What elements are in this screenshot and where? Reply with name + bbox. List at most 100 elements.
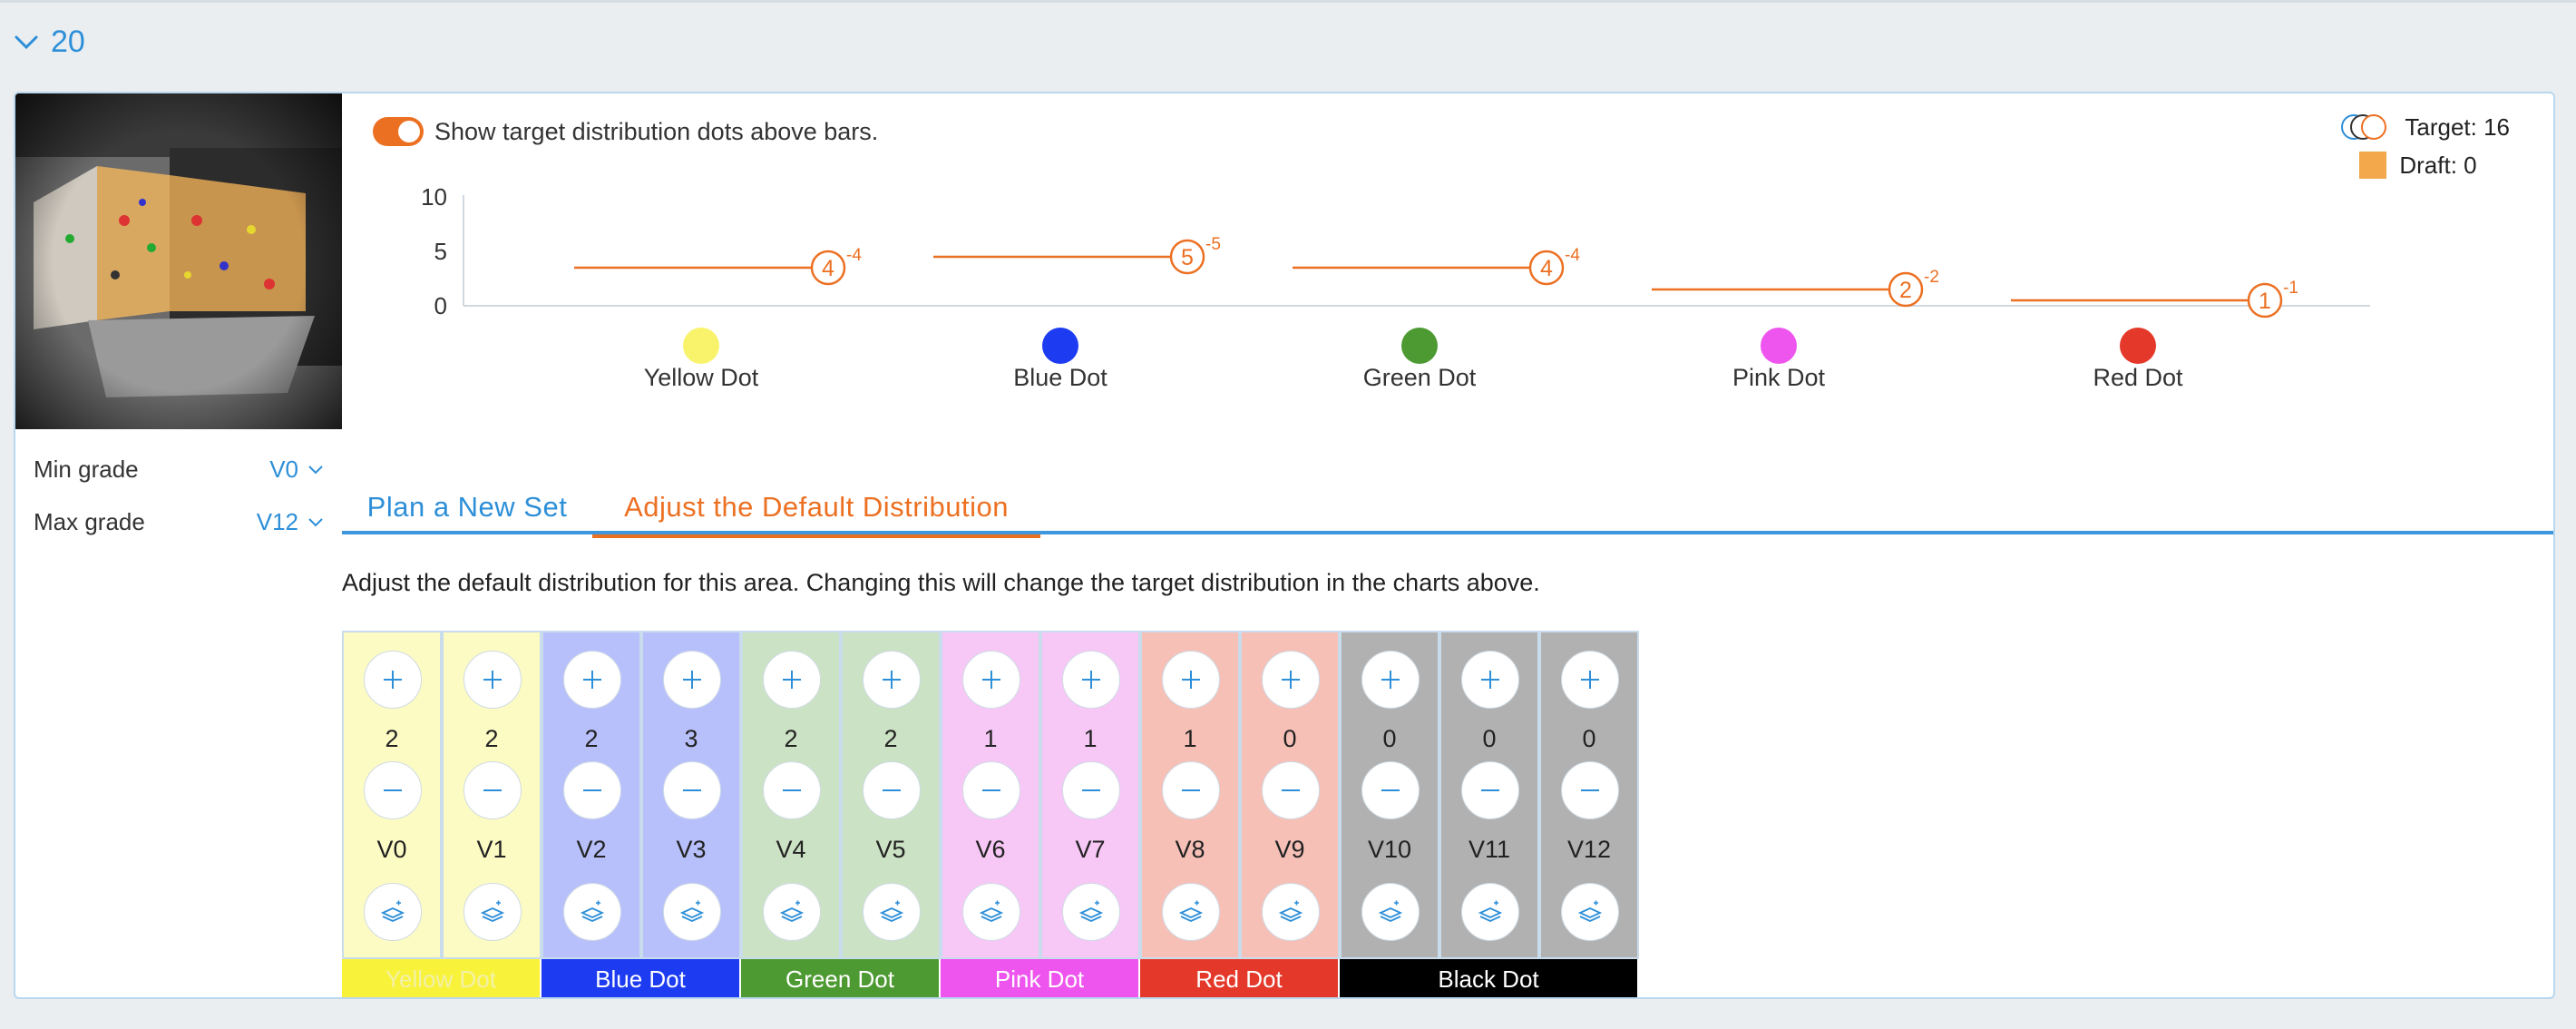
grade-count: 1 <box>1083 725 1098 752</box>
layers-button[interactable] <box>1062 883 1120 941</box>
grade-label: V5 <box>875 836 906 863</box>
decrement-button[interactable] <box>1561 761 1619 819</box>
layers-button[interactable] <box>1361 883 1420 941</box>
delta-label: -1 <box>2283 279 2298 298</box>
plus-icon <box>683 671 701 689</box>
color-band: Red Dot <box>1140 959 1340 997</box>
layers-button[interactable] <box>863 883 921 941</box>
grade-column-v4: 2 V4 <box>741 631 841 959</box>
grade-column-v8: 1 V8 <box>1140 631 1240 959</box>
increment-button[interactable] <box>1361 651 1420 709</box>
increment-button[interactable] <box>364 651 422 709</box>
grade-count: 1 <box>1183 725 1197 752</box>
layers-button[interactable] <box>1561 883 1619 941</box>
layers-button[interactable] <box>563 883 621 941</box>
layers-button[interactable] <box>763 883 821 941</box>
grade-column-v5: 2 V5 <box>841 631 941 959</box>
color-band: Yellow Dot <box>342 959 542 997</box>
grade-column-v2: 2 V2 <box>542 631 641 959</box>
layers-icon <box>779 900 805 922</box>
layers-button[interactable] <box>1262 883 1320 941</box>
plus-icon <box>1381 671 1400 689</box>
decrement-button[interactable] <box>1062 761 1120 819</box>
minus-icon <box>1282 789 1300 791</box>
max-grade-select[interactable]: V12 <box>257 508 324 536</box>
plus-icon <box>1282 671 1300 689</box>
increment-button[interactable] <box>962 651 1020 709</box>
layers-icon <box>380 900 405 922</box>
plus-icon <box>384 671 402 689</box>
decrement-button[interactable] <box>563 761 621 819</box>
increment-button[interactable] <box>863 651 921 709</box>
grade-column-v1: 2 V1 <box>442 631 542 959</box>
layers-button[interactable] <box>1162 883 1220 941</box>
target-value-label: 1 <box>2259 289 2271 314</box>
grade-label: V7 <box>1075 836 1106 863</box>
tab-adjust-distribution[interactable]: Adjust the Default Distribution <box>592 484 1040 538</box>
category-label: Blue Dot <box>1013 364 1107 391</box>
target-circles-icon <box>2341 114 2387 140</box>
legend-target-label: Target: 16 <box>2405 113 2510 141</box>
decrement-button[interactable] <box>1361 761 1420 819</box>
delta-label: -5 <box>1205 235 1221 254</box>
grade-label: V6 <box>975 836 1006 863</box>
decrement-button[interactable] <box>663 761 721 819</box>
decrement-button[interactable] <box>763 761 821 819</box>
category-label: Red Dot <box>2093 364 2183 391</box>
layers-icon <box>1378 900 1403 922</box>
decrement-button[interactable] <box>1162 761 1220 819</box>
increment-button[interactable] <box>563 651 621 709</box>
increment-button[interactable] <box>1461 651 1519 709</box>
minus-icon <box>883 789 901 791</box>
chevron-down-icon <box>15 35 38 50</box>
target-value-label: 4 <box>822 256 834 281</box>
plus-icon <box>783 671 801 689</box>
section-collapse-toggle[interactable]: 20 <box>13 24 85 60</box>
category-dot-icon <box>2120 328 2156 364</box>
tab-plan-new-set[interactable]: Plan a New Set <box>342 484 592 534</box>
grade-count: 0 <box>1482 725 1497 752</box>
minus-icon <box>384 789 402 791</box>
area-card: Min grade V0 Max grade V12 Show target d… <box>14 92 2555 999</box>
plus-icon <box>483 671 502 689</box>
max-grade-label: Max grade <box>34 507 145 535</box>
increment-button[interactable] <box>1162 651 1220 709</box>
increment-button[interactable] <box>763 651 821 709</box>
layers-icon <box>879 900 904 922</box>
grade-label: V4 <box>776 836 806 863</box>
grade-label: V2 <box>576 836 607 863</box>
target-dots-toggle[interactable] <box>373 117 424 146</box>
decrement-button[interactable] <box>1461 761 1519 819</box>
increment-button[interactable] <box>1062 651 1120 709</box>
category-label: Green Dot <box>1363 364 1477 391</box>
grade-column-v0: 2 V0 <box>342 631 442 959</box>
category-dot-icon <box>683 328 719 364</box>
layers-button[interactable] <box>463 883 522 941</box>
distribution-description: Adjust the default distribution for this… <box>342 569 1540 596</box>
increment-button[interactable] <box>463 651 522 709</box>
tab-bar: Plan a New Set Adjust the Default Distri… <box>342 484 2553 538</box>
category-dot-icon <box>1042 328 1078 364</box>
grade-count: 2 <box>584 725 599 752</box>
category-dot-icon <box>1761 328 1797 364</box>
min-grade-select[interactable]: V0 <box>269 456 324 484</box>
layers-button[interactable] <box>1461 883 1519 941</box>
layers-button[interactable] <box>962 883 1020 941</box>
grade-count: 0 <box>1283 725 1297 752</box>
layers-button[interactable] <box>364 883 422 941</box>
increment-button[interactable] <box>663 651 721 709</box>
decrement-button[interactable] <box>364 761 422 819</box>
min-grade-label: Min grade <box>34 455 139 483</box>
decrement-button[interactable] <box>962 761 1020 819</box>
grade-column-v6: 1 V6 <box>941 631 1040 959</box>
grade-label: V11 <box>1468 836 1511 863</box>
decrement-button[interactable] <box>863 761 921 819</box>
decrement-button[interactable] <box>463 761 522 819</box>
decrement-button[interactable] <box>1262 761 1320 819</box>
increment-button[interactable] <box>1262 651 1320 709</box>
layers-button[interactable] <box>663 883 721 941</box>
grade-count: 3 <box>684 725 698 752</box>
plus-icon <box>883 671 901 689</box>
increment-button[interactable] <box>1561 651 1619 709</box>
top-divider <box>0 0 2576 3</box>
